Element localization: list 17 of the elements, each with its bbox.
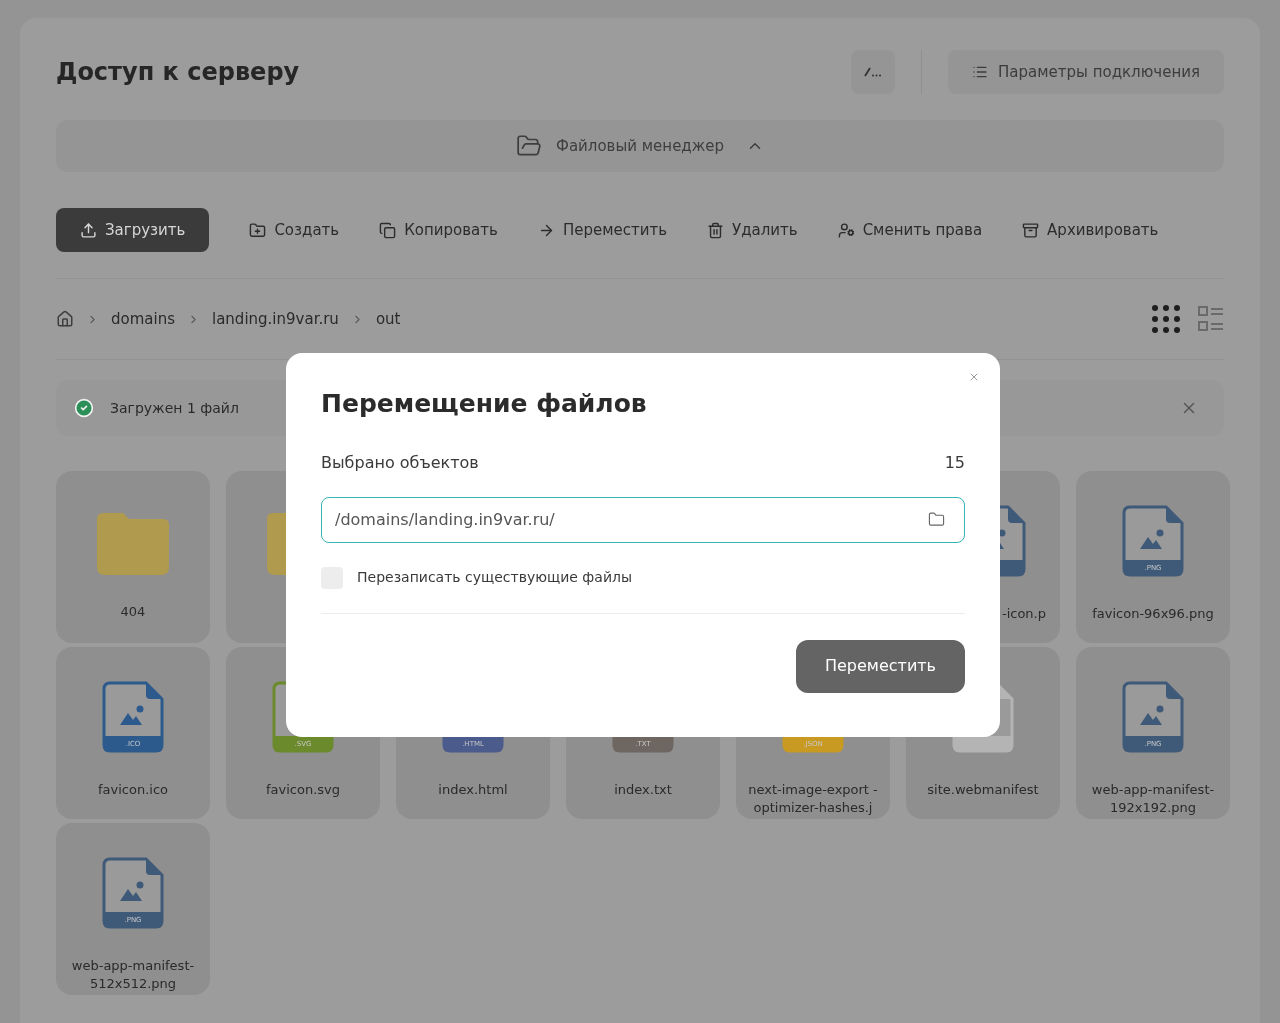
- file-name: web-app-manifest-512x512.png: [70, 957, 196, 993]
- selected-count: 15: [944, 451, 965, 474]
- selected-count-label: Выбрано объектов: [321, 451, 479, 474]
- dialog-title: Перемещение файлов: [321, 388, 648, 420]
- file-name: web-app-manifest-192x192.png: [1090, 781, 1216, 817]
- checkbox-label: Перезаписать существующие файлы: [357, 568, 632, 587]
- file-name: index.html: [437, 781, 509, 799]
- notification-text: Загружен 1 файл: [110, 398, 239, 418]
- file-name: index.txt: [613, 781, 673, 799]
- file-name: 404: [119, 603, 147, 621]
- file-name: favicon.svg: [264, 781, 341, 799]
- file-name: next-image-export -optimizer-hashes.j: [747, 781, 879, 817]
- page-title: Доступ к серверу: [56, 57, 301, 88]
- file-name: favicon-96x96.png: [1091, 605, 1215, 623]
- file-name: -icon.p: [1001, 605, 1046, 623]
- file-name: site.webmanifest: [926, 781, 1040, 799]
- file-name: favicon.ico: [96, 781, 169, 799]
